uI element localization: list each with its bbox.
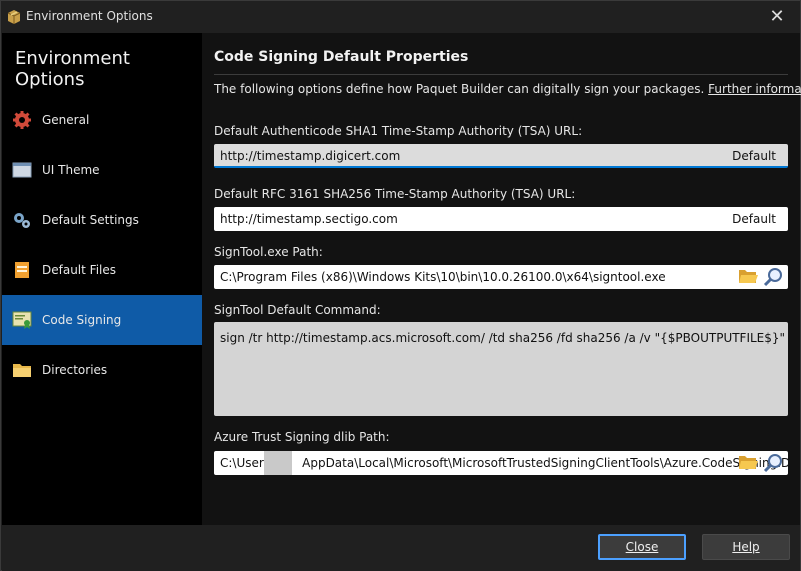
browse-folder-icon[interactable] <box>738 268 758 285</box>
signtool-command-label: SignTool Default Command: <box>214 303 381 317</box>
sidebar-heading: Environment Options <box>15 48 130 90</box>
sidebar-item-general[interactable]: General <box>2 95 202 145</box>
sha1-tsa-label: Default Authenticode SHA1 Time-Stamp Aut… <box>214 124 583 138</box>
sidebar-item-default-settings[interactable]: Default Settings <box>2 195 202 245</box>
gears-icon <box>14 213 30 228</box>
sidebar-item-default-files[interactable]: Default Files <box>2 245 202 295</box>
signtool-path-label: SignTool.exe Path: <box>214 245 323 259</box>
sha256-tsa-label: Default RFC 3161 SHA256 Time-Stamp Autho… <box>214 187 576 201</box>
sidebar-item-label: Default Settings <box>42 213 139 227</box>
divider <box>214 74 788 75</box>
dlib-path-label: Azure Trust Signing dlib Path: <box>214 430 390 444</box>
intro-text: The following options define how Paquet … <box>214 82 801 96</box>
redacted-username <box>264 451 292 475</box>
sidebar-item-label: General <box>42 113 90 127</box>
sha1-default-button[interactable]: Default <box>732 149 776 163</box>
sha256-tsa-value: http://timestamp.sectigo.com <box>220 212 398 226</box>
window-title: Environment Options <box>26 9 153 23</box>
sidebar: Environment Options General UI Theme Def… <box>2 33 202 525</box>
sha1-tsa-value: http://timestamp.digicert.com <box>220 149 401 163</box>
sidebar-item-label: UI Theme <box>42 163 100 177</box>
further-information-link[interactable]: Further information <box>708 82 801 96</box>
help-button[interactable]: Help <box>702 534 790 560</box>
sha256-tsa-field[interactable]: http://timestamp.sectigo.com Default <box>214 207 788 231</box>
close-button-label: Close <box>625 540 659 554</box>
certificate-icon <box>12 311 32 329</box>
dialog-footer: Close Help <box>2 525 800 571</box>
environment-options-window: Environment Options ✕ Environment Option… <box>0 0 801 571</box>
sidebar-item-label: Directories <box>42 363 108 377</box>
code-signing-panel: Code Signing Default Properties The foll… <box>202 33 801 525</box>
close-button[interactable]: Close <box>598 534 686 560</box>
app-icon <box>7 10 21 24</box>
dlib-path-field[interactable]: C:\Users\ AppData\Local\Microsoft\Microso… <box>214 451 788 475</box>
dlib-path-value: C:\Users\ AppData\Local\Microsoft\Microso… <box>220 456 788 470</box>
signtool-command-value: sign /tr http://timestamp.acs.microsoft.… <box>220 331 786 345</box>
title-bar: Environment Options ✕ <box>1 1 800 33</box>
sidebar-item-code-signing[interactable]: Code Signing <box>2 295 202 345</box>
sha256-default-button[interactable]: Default <box>732 212 776 226</box>
signtool-command-field[interactable]: sign /tr http://timestamp.acs.microsoft.… <box>214 322 788 416</box>
window-icon <box>12 162 32 178</box>
search-icon[interactable] <box>762 452 784 474</box>
file-icon <box>15 262 29 278</box>
intro-description: The following options define how Paquet … <box>214 82 705 96</box>
gear-icon <box>13 111 31 129</box>
sidebar-item-directories[interactable]: Directories <box>2 345 202 395</box>
help-button-label: Help <box>732 540 760 554</box>
sha1-tsa-field[interactable]: http://timestamp.digicert.com Default <box>214 144 788 168</box>
signtool-path-value: C:\Program Files (x86)\Windows Kits\10\b… <box>220 270 666 284</box>
page-title: Code Signing Default Properties <box>214 49 469 65</box>
sidebar-item-ui-theme[interactable]: UI Theme <box>2 145 202 195</box>
sidebar-item-label: Code Signing <box>42 313 122 327</box>
sidebar-item-label: Default Files <box>42 263 116 277</box>
close-icon[interactable]: ✕ <box>754 1 800 33</box>
dlib-path-suffix: AppData\Local\Microsoft\MicrosoftTrusted… <box>302 456 788 470</box>
signtool-path-field[interactable]: C:\Program Files (x86)\Windows Kits\10\b… <box>214 265 788 289</box>
search-icon[interactable] <box>762 266 784 288</box>
folder-icon <box>13 364 31 377</box>
browse-folder-icon[interactable] <box>738 454 758 471</box>
